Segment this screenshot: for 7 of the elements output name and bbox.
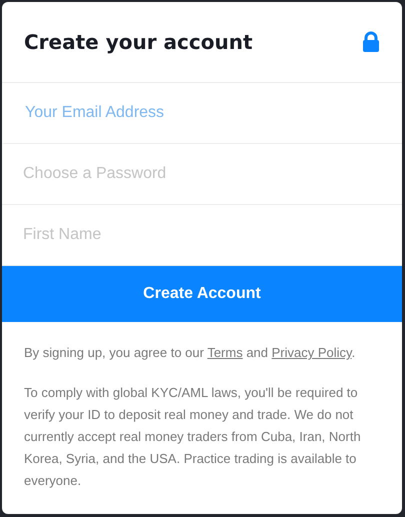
form-title: Create your account: [24, 30, 253, 54]
policy-link[interactable]: Terms: [207, 345, 243, 360]
policy-link[interactable]: Privacy Policy: [272, 345, 352, 360]
create-account-button[interactable]: Create Account: [2, 266, 402, 322]
agreement-text: By signing up, you agree to our Terms and Privacy Policy.: [23, 344, 356, 362]
lock-icon: [362, 31, 380, 53]
notice-text: To comply with global KYC/AML laws, you'll be required to verify your ID to deposit real money and trade. We do not currently accept real money traders from Cuba, Iran, North Korea, Syria, and the USA. Practice trading is available to everyone.: [23, 384, 362, 490]
